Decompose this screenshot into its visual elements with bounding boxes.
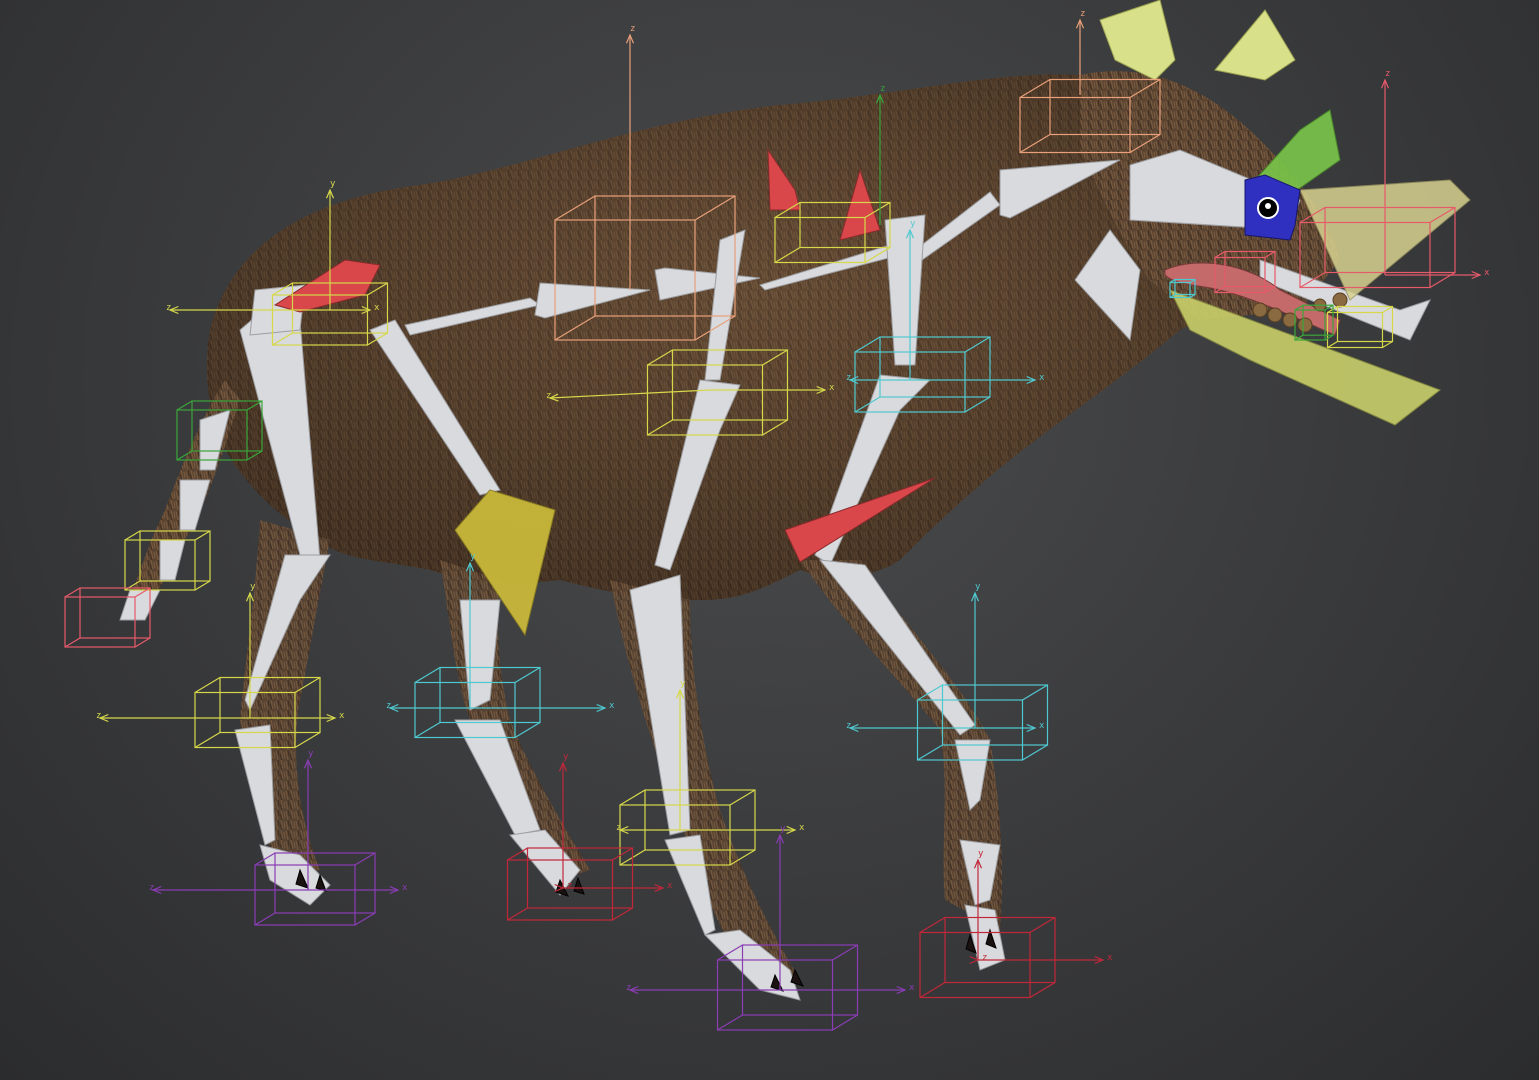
front-right-foot-tripod-axis-x-label: x — [1107, 953, 1113, 963]
front-left-knee-tripod-axis-y-label: y — [680, 679, 686, 689]
front-right-knee-tripod-axis-y-label: y — [975, 582, 981, 592]
rig-scene[interactable]: z z z x y z x z z x y z x y z x y z x y z x y z x y z x y z x y z x y z x — [0, 0, 1539, 1080]
tail-box-1-edge — [176, 400, 193, 411]
hip-tripod-axis-z-label: z — [166, 303, 171, 313]
front-left-foot-tripod-axis-x-label: x — [909, 983, 915, 993]
tail-bone-2 — [179, 479, 211, 531]
chest-tripod-axis-z-label: z — [546, 391, 551, 401]
tooth — [1252, 302, 1268, 318]
ear-right-control — [1214, 9, 1296, 81]
front-right-knee-box-edge — [1022, 684, 1048, 701]
front-left-foot-tripod-axis-z-label: z — [626, 983, 631, 993]
shoulder-tripod-axis-y-label: y — [910, 219, 916, 229]
rear-left-knee-box-edge — [294, 731, 321, 749]
eye-highlight — [1265, 203, 1271, 209]
rear-left-foot-tripod-axis-z-label: z — [149, 883, 154, 893]
front-right-foot-box-edge — [919, 916, 946, 934]
tail-box-3-edge — [64, 637, 81, 648]
tail-box-3-edge — [134, 637, 151, 648]
rear-right-foot-box-edge — [507, 847, 528, 861]
tooth — [1267, 307, 1283, 323]
front-right-knee-box-edge — [1022, 744, 1048, 761]
rear-left-knee-tripod-axis-x-label: x — [339, 711, 345, 721]
tooth — [1297, 317, 1313, 333]
tooth — [1332, 292, 1348, 308]
tail-box-2-edge — [194, 580, 211, 591]
front-right-knee-box-edge — [917, 744, 943, 761]
front-left-foot-tripod-axis-y-label: y — [780, 824, 786, 834]
rear-right-foot-tripod-axis-x-label: x — [667, 881, 673, 891]
rear-right-knee-tripod-axis-x-label: x — [609, 701, 615, 711]
front-left-foot-box-edge — [832, 1014, 858, 1031]
3d-viewport[interactable]: z z z x y z x z z x y z x y z x y z x y z x y z x y z x y z x y z x y z x — [0, 0, 1539, 1080]
front-right-knee-tripod-axis-z-label: z — [846, 721, 851, 731]
rear-right-knee-box-edge — [414, 721, 441, 739]
jaw-tip-box-edge — [1382, 340, 1393, 349]
rear-right-foot-tripod-axis-z-label: z — [567, 881, 572, 891]
rear-right-foot-box-edge — [612, 907, 633, 921]
rear-right-knee-tripod-axis-y-label: y — [470, 552, 476, 562]
front-right-foot-tripod-axis-z-label: z — [982, 953, 987, 963]
rear-left-knee-tripod-axis-y-label: y — [250, 582, 256, 592]
front-left-foot-box-edge — [832, 944, 858, 961]
rear-left-foot-box-edge — [354, 852, 376, 866]
rear-left-foot-tripod-axis-y-label: y — [308, 749, 314, 759]
front-right-foot-box-edge — [1029, 981, 1056, 999]
front-right-knee-tripod-axis-x-label: x — [1039, 721, 1045, 731]
jaw-tip-box-edge — [1327, 340, 1338, 349]
hip-tripod-axis-y-label: y — [330, 179, 336, 189]
rear-right-foot-box-edge — [612, 847, 633, 861]
rear-right-knee-box-edge — [514, 721, 541, 739]
rear-right-knee-box-edge — [514, 666, 541, 684]
front-left-knee-box-edge — [619, 789, 646, 806]
tail-box-2-edge — [194, 530, 211, 541]
hip-tripod-axis-x-label: x — [374, 303, 380, 313]
front-right-foot-box-edge — [1029, 916, 1056, 934]
front-right-foot-box-edge — [919, 981, 946, 999]
front-left-fore — [629, 574, 691, 836]
rear-left-foot-tripod-axis-x-label: x — [402, 883, 408, 893]
rear-right-knee-box-edge — [414, 666, 441, 684]
rear-left-foot — [234, 724, 276, 846]
rear-right-foot-box-edge — [507, 907, 528, 921]
front-right-fore — [818, 559, 976, 736]
front-left-knee-tripod-axis-x-label: x — [799, 823, 805, 833]
rear-left-foot-box-edge — [254, 912, 276, 926]
shoulder-tripod-axis-x-label: x — [1039, 373, 1045, 383]
tail-box-2-edge — [124, 530, 141, 541]
tail-bone-3 — [159, 539, 186, 581]
head-axis-z-label: z — [1385, 69, 1390, 79]
ear-left-control — [1099, 0, 1176, 81]
master-axis-z-label: z — [630, 24, 635, 34]
neck-axis-z-label: z — [880, 84, 885, 94]
rear-left-knee-box-edge — [194, 731, 221, 749]
shoulder-tripod-axis-z-label: z — [846, 373, 851, 383]
rear-left-knee-box-edge — [194, 676, 221, 694]
tail-box-3-edge — [64, 587, 81, 598]
chest-tripod-axis-x-label: x — [829, 383, 835, 393]
tongue-box-edge — [1324, 334, 1334, 341]
front-left-knee-tripod-axis-z-label: z — [616, 823, 621, 833]
front-left-knee-box-edge — [729, 789, 756, 806]
rear-left-knee-tripod-axis-z-label: z — [96, 711, 101, 721]
front-right-foot-tripod-axis-y-label: y — [978, 849, 984, 859]
rear-right-knee-tripod-axis-z-label: z — [386, 701, 391, 711]
head-axis-x-label: x — [1484, 268, 1490, 278]
rear-left-foot-box-edge — [354, 912, 376, 926]
head-root-axis-label: z — [1080, 9, 1085, 19]
tail-box-3-front — [64, 596, 136, 648]
rear-right-foot-tripod-axis-y-label: y — [563, 752, 569, 762]
front-left-foot-box-edge — [717, 1014, 743, 1031]
